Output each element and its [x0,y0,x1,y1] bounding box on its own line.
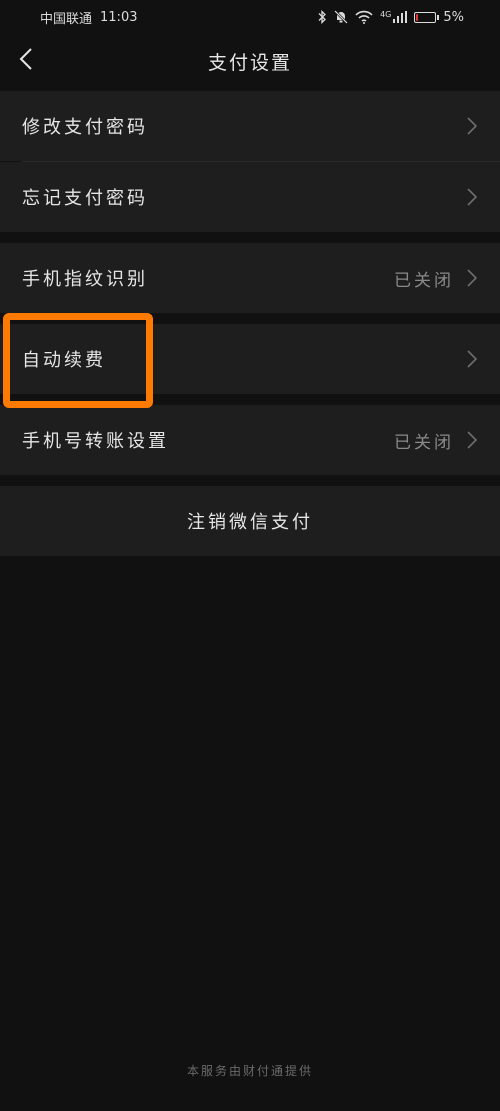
back-button[interactable] [12,46,40,76]
battery-level [416,13,419,21]
row-label: 忘记支付密码 [22,188,148,209]
row-label: 手机号转账设置 [22,431,169,452]
footer-note: 本服务由财付通提供 [186,1064,313,1078]
row-label: 注销微信支付 [187,512,313,533]
signal-icon: 4G [380,10,408,23]
network-type-label: 4G [380,10,392,19]
carrier-label: 中国联通 [40,11,93,27]
time-label: 11:03 [100,9,138,25]
row-label: 手机指纹识别 [22,269,148,290]
fingerprint-row[interactable]: 手机指纹识别 已关闭 [0,243,500,313]
chevron-right-icon [466,188,478,206]
chevron-left-icon [19,47,33,75]
battery-icon: 5% [414,10,464,25]
forgot-pay-password-row[interactable]: 忘记支付密码 [0,162,500,232]
auto-renewal-row[interactable]: 自动续费 [0,324,500,394]
status-left: 中国联通 11:03 [40,8,137,27]
pay-settings-screen: 中国联通 11:03 4G 5% 支付设置 修改支付密码 忘记支付密码 手机指纹… [0,0,500,1111]
battery-tip [437,14,440,20]
status-value: 已关闭 [394,432,454,453]
battery-percent: 5% [443,9,464,25]
page-title: 支付设置 [207,51,292,74]
status-right: 4G 5% [317,10,464,25]
chevron-right-icon [466,117,478,135]
row-label: 修改支付密码 [22,117,148,138]
nav-bar: 支付设置 [0,34,500,88]
chevron-right-icon [466,350,478,368]
mute-bell-icon [334,10,348,24]
status-value: 已关闭 [394,270,454,291]
battery-body [414,11,437,23]
deactivate-wechat-pay-button[interactable]: 注销微信支付 [0,486,500,556]
row-label: 自动续费 [22,350,106,371]
chevron-right-icon [466,431,478,449]
status-bar: 中国联通 11:03 4G 5% [0,0,500,34]
change-pay-password-row[interactable]: 修改支付密码 [0,91,500,161]
chevron-right-icon [466,269,478,287]
phone-transfer-settings-row[interactable]: 手机号转账设置 已关闭 [0,405,500,475]
wifi-icon [355,10,373,24]
bluetooth-icon [317,10,327,24]
